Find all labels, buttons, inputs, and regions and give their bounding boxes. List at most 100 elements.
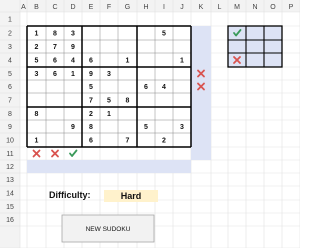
board-cell[interactable]	[155, 67, 173, 80]
cell-digit: 1	[126, 58, 130, 65]
board-cell[interactable]	[173, 107, 191, 120]
row-header-15[interactable]: 15	[6, 204, 14, 211]
row-header-7[interactable]: 7	[8, 98, 12, 105]
box-check-cell	[228, 40, 246, 53]
board-cell[interactable]	[64, 93, 82, 107]
board-cell[interactable]	[46, 80, 64, 93]
board-cell[interactable]	[137, 53, 155, 67]
board-cell[interactable]	[64, 133, 82, 147]
column-header-o[interactable]: O	[270, 4, 276, 11]
board-cell[interactable]	[82, 40, 100, 53]
board-cell[interactable]	[100, 26, 118, 40]
board-cell[interactable]	[137, 67, 155, 80]
board-cell[interactable]	[27, 93, 46, 107]
board-cell[interactable]	[155, 120, 173, 133]
board-cell[interactable]	[27, 80, 46, 93]
row-header-1[interactable]: 1	[8, 17, 12, 24]
column-header-a[interactable]: A	[21, 4, 26, 11]
board-cell[interactable]	[46, 93, 64, 107]
column-header-n[interactable]: N	[252, 4, 257, 11]
board-cell[interactable]	[137, 107, 155, 120]
box-check-cell	[264, 26, 282, 40]
board-cell[interactable]	[118, 107, 137, 120]
board-cell[interactable]	[173, 80, 191, 93]
column-header-h[interactable]: H	[143, 4, 148, 11]
column-header-j[interactable]: J	[180, 4, 184, 11]
board-cell[interactable]	[46, 120, 64, 133]
cell-digit: 3	[71, 31, 75, 38]
board-cell[interactable]	[27, 120, 46, 133]
column-header-c[interactable]: C	[52, 4, 57, 11]
board-cell[interactable]	[100, 40, 118, 53]
board-cell[interactable]	[155, 53, 173, 67]
row-header-16[interactable]: 16	[6, 217, 14, 224]
column-header-k[interactable]: K	[199, 4, 204, 11]
board-cell[interactable]	[118, 120, 137, 133]
board-cell[interactable]	[118, 80, 137, 93]
column-header-d[interactable]: D	[70, 4, 75, 11]
board-cell[interactable]	[137, 26, 155, 40]
board-cell[interactable]	[100, 133, 118, 147]
column-header-e[interactable]: E	[89, 4, 94, 11]
row-header-10[interactable]: 10	[6, 138, 14, 145]
column-header-l[interactable]: L	[218, 4, 222, 11]
board-cell[interactable]	[64, 107, 82, 120]
cell-digit: 8	[89, 124, 93, 131]
row-header-4[interactable]: 4	[8, 58, 12, 65]
new-sudoku-button-label: NEW SUDOKU	[86, 226, 131, 233]
box-check-cell	[246, 40, 264, 53]
board-cell[interactable]	[155, 40, 173, 53]
board-cell[interactable]	[64, 80, 82, 93]
board-cell[interactable]	[137, 40, 155, 53]
cell-digit: 5	[89, 84, 93, 91]
column-header-m[interactable]: M	[234, 4, 240, 11]
board-cell[interactable]	[118, 67, 137, 80]
column-header-f[interactable]: F	[107, 4, 111, 11]
column-validation-marks	[32, 149, 78, 158]
row-header-12[interactable]: 12	[6, 164, 14, 171]
new-sudoku-button[interactable]: NEW SUDOKU	[61, 214, 155, 243]
board-cell[interactable]	[173, 67, 191, 80]
board-cell[interactable]	[46, 107, 64, 120]
cell-digit: 6	[53, 71, 57, 78]
board-cell[interactable]	[100, 53, 118, 67]
board-cell[interactable]	[155, 93, 173, 107]
row-header-11[interactable]: 11	[6, 151, 13, 158]
row-header-3[interactable]: 3	[8, 44, 12, 51]
board-cell[interactable]	[82, 26, 100, 40]
row-header-5[interactable]: 5	[8, 71, 12, 78]
spreadsheet: ABCDEFGHIJKLMNOP 12345678910111213141516…	[0, 0, 300, 248]
board-cell[interactable]	[155, 107, 173, 120]
cell-digit: 9	[89, 71, 93, 78]
cell-digit: 7	[53, 44, 57, 51]
column-header-g[interactable]: G	[125, 4, 130, 11]
board-cell[interactable]	[173, 93, 191, 107]
cell-digit: 3	[107, 71, 111, 78]
board-cell[interactable]	[137, 93, 155, 107]
cell-digit: 3	[180, 124, 184, 131]
row-header-13[interactable]: 13	[6, 177, 14, 184]
board-cell[interactable]	[173, 40, 191, 53]
row-header-2[interactable]: 2	[8, 31, 12, 38]
cell-digit: 9	[71, 44, 75, 51]
box-check-cell	[246, 26, 264, 40]
board-cell[interactable]	[100, 120, 118, 133]
row-header-6[interactable]: 6	[8, 84, 12, 91]
board-cell[interactable]	[173, 26, 191, 40]
board-cell[interactable]	[137, 133, 155, 147]
box-validation-grid	[227, 25, 283, 68]
row-header-8[interactable]: 8	[8, 111, 12, 118]
row-header-9[interactable]: 9	[8, 124, 12, 131]
board-cell[interactable]	[46, 133, 64, 147]
board-cell[interactable]	[118, 40, 137, 53]
board-cell[interactable]	[118, 26, 137, 40]
row-header-14[interactable]: 14	[6, 191, 14, 198]
column-check-row	[27, 160, 191, 173]
board-cell[interactable]	[100, 80, 118, 93]
board-cell[interactable]	[173, 133, 191, 147]
column-header-i[interactable]: I	[163, 4, 165, 11]
column-header-p[interactable]: P	[289, 4, 294, 11]
cell-digit: 1	[107, 111, 111, 118]
box-check-cell	[264, 53, 282, 67]
column-header-b[interactable]: B	[34, 4, 39, 11]
